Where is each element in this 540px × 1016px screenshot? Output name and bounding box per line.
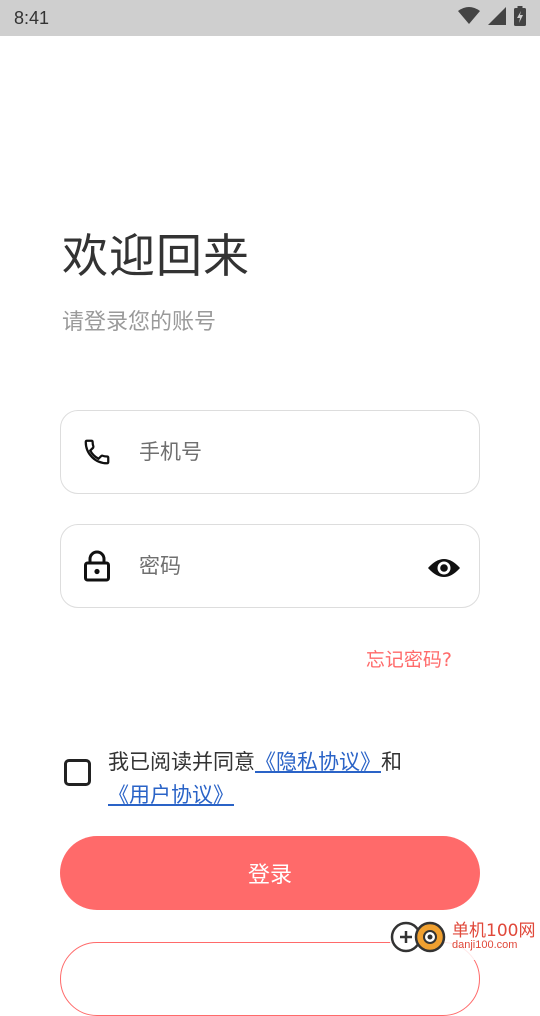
password-field[interactable]	[60, 524, 480, 608]
eye-icon[interactable]	[427, 551, 461, 585]
phone-field[interactable]	[60, 410, 480, 494]
watermark-brand: 单机100网	[452, 921, 536, 941]
privacy-policy-link[interactable]: 《隐私协议》	[255, 750, 381, 774]
agreement-connector: 和	[381, 750, 402, 774]
phone-input[interactable]	[139, 432, 399, 472]
watermark-text: 单机100网 danji100.com	[452, 923, 535, 951]
forgot-password-link[interactable]: 忘记密码?	[366, 645, 452, 672]
agreement-checkbox[interactable]	[64, 759, 91, 786]
watermark: 单机100网 danji100.com	[390, 914, 540, 960]
status-time: 8:41	[14, 7, 50, 28]
watermark-url: danji100.com	[452, 939, 518, 951]
status-icons	[458, 6, 526, 30]
lock-icon	[81, 550, 113, 582]
agreement-text: 我已阅读并同意《隐私协议》和《用户协议》	[108, 746, 478, 812]
signal-icon	[488, 7, 506, 29]
wifi-icon	[458, 7, 480, 29]
phone-icon	[81, 436, 113, 468]
page-title: 欢迎回来	[62, 229, 250, 283]
password-input[interactable]	[139, 546, 399, 586]
agreement-prefix: 我已阅读并同意	[108, 750, 255, 774]
user-agreement-link[interactable]: 《用户协议》	[108, 783, 234, 807]
watermark-logo-icon	[390, 915, 448, 959]
page-subtitle: 请登录您的账号	[62, 310, 217, 335]
battery-icon	[514, 6, 526, 30]
status-bar: 8:41	[0, 0, 540, 36]
login-button[interactable]: 登录	[60, 836, 480, 910]
